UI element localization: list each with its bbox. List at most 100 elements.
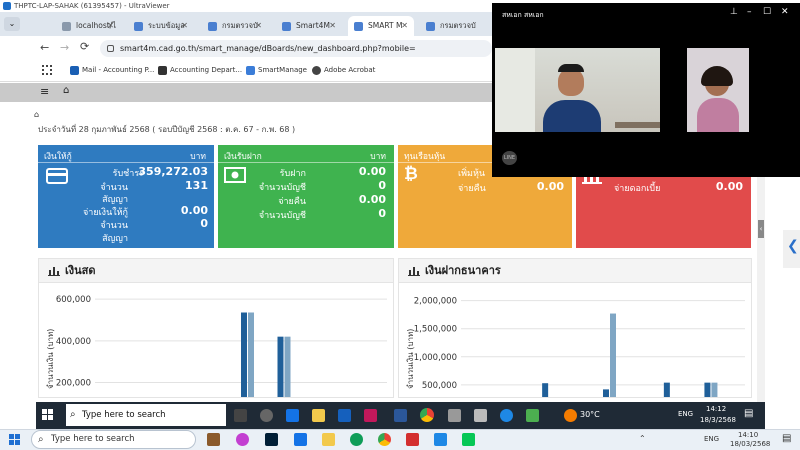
chrome-icon[interactable] [378,433,391,446]
forward-arrow-icon[interactable]: → [60,41,69,54]
acrobat-icon[interactable] [406,433,419,446]
site-favicon-icon [134,22,143,31]
site-info-icon[interactable] [107,45,114,52]
tray-chevron-icon[interactable]: ⌃ [639,434,646,443]
card-unit: บาท [370,152,386,162]
home-icon[interactable]: ⌂ [63,85,69,96]
card-row-label: จ่ายคืน [458,184,486,194]
card-row-value: 359,272.03 [138,165,208,178]
notification-icon[interactable]: ▤ [782,433,791,444]
pin-icon[interactable]: ⊥ [730,7,738,17]
local-search-box[interactable]: ⌕ Type here to search [31,430,196,449]
edge-icon[interactable] [350,433,363,446]
close-tab-icon[interactable]: ✕ [255,16,262,36]
card-title: เงินรับฝาก [224,152,262,162]
clock-date: 18/03/2568 [730,440,771,448]
tab-label: กรมตรวจบั [440,21,476,30]
card-row-value: 131 [185,179,208,192]
tab-item[interactable]: ระบบข้อมูล ✕ [128,16,194,36]
tab-item[interactable]: กรมตรวจบั [420,16,490,36]
app-icon[interactable] [474,409,487,422]
bar [542,383,549,397]
close-tab-icon[interactable]: ✕ [401,16,408,36]
chrome-icon[interactable] [420,408,434,422]
close-tab-icon[interactable]: ✕ [181,16,188,36]
menu-hamburger-icon[interactable]: ≡ [40,85,49,98]
outlook-icon[interactable] [294,433,307,446]
collapse-chevron-icon[interactable]: ‹ [758,220,764,238]
url-text: smart4m.cad.go.th/smart_manage/dBoards/n… [120,44,416,53]
y-tick-label: 500,000 [422,381,457,391]
card-row-label: สัญญา [102,195,128,205]
bar [241,312,247,397]
ultraviewer-icon[interactable] [500,409,513,422]
video-call-window[interactable]: สหเอก สหเอก ⊥ – ☐ ✕ LINE [492,3,800,177]
store-icon[interactable] [338,409,351,422]
card-title: เงินให้กู้ [44,152,72,162]
site-favicon-icon [426,22,435,31]
bookmark-item[interactable]: Mail - Accounting P... [70,66,154,75]
bookmark-label: Adobe Acrobat [324,66,376,74]
home-icon[interactable]: ⌂ [34,110,39,119]
copilot-icon[interactable] [236,433,249,446]
task-view-icon[interactable] [234,409,247,422]
bar [284,336,291,397]
close-tab-icon[interactable]: ✕ [329,16,336,36]
close-icon[interactable]: ✕ [781,7,789,17]
reload-icon[interactable]: ⟳ [80,40,89,53]
loan-card[interactable]: เงินให้กู้ บาท รับชำระ 359,272.03 จำนวน … [38,145,214,248]
bank-deposit-chart-panel: เงินฝากธนาคาร 2,000,000 1,500,000 1,000,00… [398,258,752,398]
site-favicon-icon [208,22,217,31]
close-tab-icon[interactable]: ✕ [107,16,114,36]
language-indicator[interactable]: ENG [704,435,719,443]
y-tick-label: 2,000,000 [414,297,457,307]
app-icon[interactable] [207,433,220,446]
tab-item[interactable]: localhost/ไ ✕ [56,16,120,36]
file-explorer-icon[interactable] [322,433,335,446]
tab-item[interactable]: กรมตรวจบั ✕ [202,16,268,36]
globe-icon [62,22,71,31]
photoshop-icon[interactable] [265,433,278,446]
deposit-card[interactable]: เงินรับฝาก บาท รับฝาก 0.00 จำนวนบัญชี 0 … [218,145,394,248]
windows-start-icon[interactable] [42,409,54,421]
credit-card-icon [46,168,68,184]
line-icon[interactable] [462,433,475,446]
word-icon[interactable] [394,409,407,422]
fiscal-date-text: ประจำวันที่ 28 กุมภาพันธ์ 2568 ( รอบปีบั… [38,125,296,134]
url-bar[interactable]: smart4m.cad.go.th/smart_manage/dBoards/n… [100,40,492,57]
github-icon[interactable] [260,409,273,422]
card-row-value: 0.00 [536,180,564,193]
ultraviewer-icon[interactable] [434,433,447,446]
bookmark-item[interactable]: SmartManage [246,66,307,75]
apps-grid-icon[interactable] [42,65,52,75]
bookmark-item[interactable]: Adobe Acrobat [312,66,376,75]
file-explorer-icon[interactable] [312,409,325,422]
ultraviewer-logo-icon [3,2,11,10]
back-arrow-icon[interactable]: ← [40,41,49,54]
caller-name: สหเอก สหเอก [502,11,544,19]
app-icon[interactable] [448,409,461,422]
ultraviewer-side-tab[interactable]: ❮ [783,230,800,268]
bar [711,382,718,397]
notification-icon[interactable]: ▤ [744,408,753,419]
tab-item-active[interactable]: SMART M ✕ [348,16,414,36]
minimize-icon[interactable]: – [747,7,752,17]
tab-item[interactable]: Smart4M ✕ [276,16,342,36]
weather-temp: 30°C [580,410,600,419]
bookmark-item[interactable]: Accounting Depart... [158,66,242,75]
outlook-icon[interactable] [286,409,299,422]
windows-start-icon[interactable] [9,434,21,446]
clock-time: 14:12 [706,405,727,413]
line-app-icon: LINE [502,151,517,165]
cash-bar-chart: 600,000 400,000 200,000จำนวนเงิน (บาท) [46,295,387,397]
tab-label: ระบบข้อมูล [148,21,185,30]
tab-search-icon[interactable]: ⌄ [4,17,20,31]
remote-search-box[interactable]: ⌕ Type here to search [66,404,226,426]
app-icon[interactable] [526,409,539,422]
access-icon[interactable] [364,409,377,422]
chevron-left-icon[interactable]: ❮ [787,238,799,254]
chart-title: เงินสด [65,264,96,277]
language-indicator[interactable]: ENG [678,410,693,418]
maximize-icon[interactable]: ☐ [763,7,771,17]
bar [704,382,711,397]
